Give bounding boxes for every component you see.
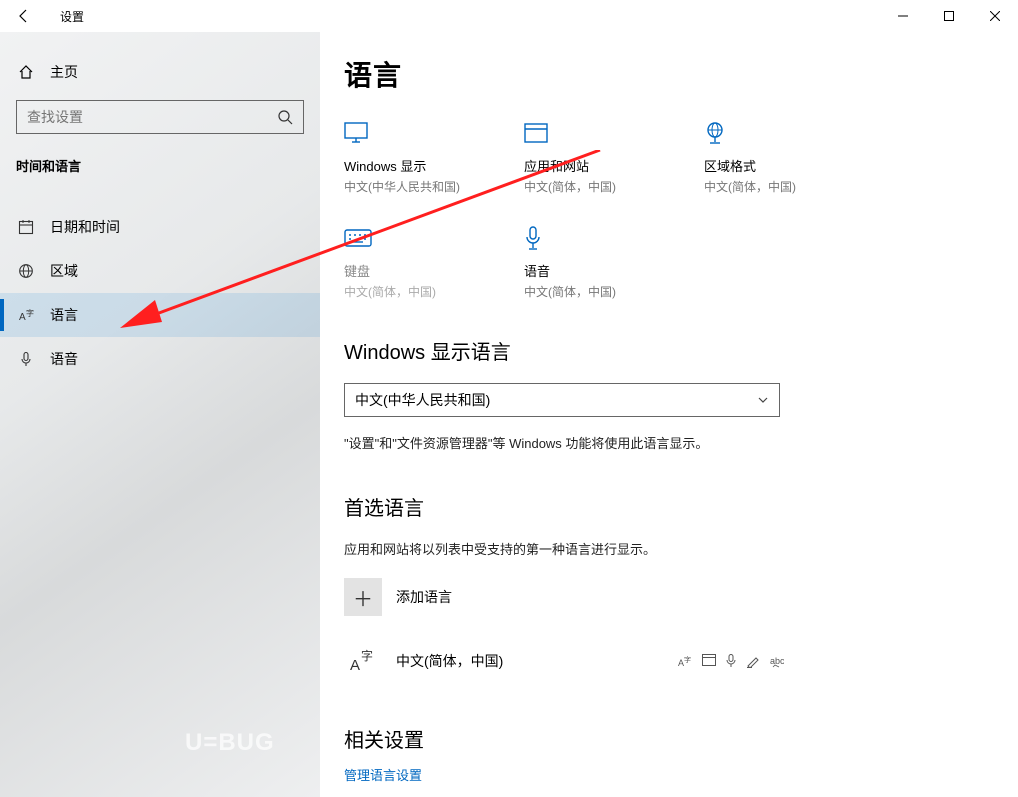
close-icon <box>990 11 1000 21</box>
dropdown-value: 中文(中华人民共和国) <box>355 390 490 410</box>
calendar-icon <box>16 219 36 235</box>
tile-label: 区域格式 <box>704 156 834 175</box>
microphone-icon <box>16 351 36 367</box>
tile-label: 语音 <box>524 261 654 280</box>
svg-text:字: 字 <box>684 655 691 664</box>
language-feature-badges: A字 abc <box>678 654 784 668</box>
sidebar-item-label: 语音 <box>50 349 78 369</box>
display-language-dropdown[interactable]: 中文(中华人民共和国) <box>344 383 780 417</box>
tile-sub: 中文(简体，中国) <box>524 283 654 300</box>
sidebar-item-language[interactable]: A字 语言 <box>0 293 320 337</box>
preferred-language-note: 应用和网站将以列表中受支持的第一种语言进行显示。 <box>344 539 978 558</box>
minimize-button[interactable] <box>880 0 926 32</box>
sidebar-menu: 日期和时间 区域 A字 语言 语音 <box>0 205 320 381</box>
window-title: 设置 <box>60 8 84 25</box>
svg-text:字: 字 <box>26 308 34 318</box>
tile-sub: 中文(简体，中国) <box>524 178 654 195</box>
installed-language-name: 中文(简体，中国) <box>396 651 503 671</box>
tile-windows-display[interactable]: Windows 显示 中文(中华人民共和国) <box>344 120 474 195</box>
sidebar: 主页 时间和语言 日期和时间 区域 A字 语言 语音 <box>0 32 320 797</box>
svg-text:A: A <box>19 312 26 323</box>
maximize-icon <box>944 11 954 21</box>
tile-label: 应用和网站 <box>524 156 654 175</box>
installed-language-row[interactable]: A字 中文(简体，中国) A字 abc <box>344 638 784 684</box>
language-icon: A字 <box>16 307 36 323</box>
tile-apps-websites[interactable]: 应用和网站 中文(简体，中国) <box>524 120 654 195</box>
apps-badge-icon <box>702 654 716 668</box>
window-icon <box>524 120 654 146</box>
search-box[interactable] <box>16 100 304 134</box>
minimize-icon <box>898 11 908 21</box>
svg-text:A: A <box>350 657 360 674</box>
sidebar-item-speech[interactable]: 语音 <box>0 337 320 381</box>
home-nav[interactable]: 主页 <box>0 52 320 92</box>
main-content: 语言 Windows 显示 中文(中华人民共和国) 应用和网站 中文(简体，中国… <box>320 32 1018 797</box>
display-badge-icon: A字 <box>678 654 692 668</box>
related-settings-heading: 相关设置 <box>344 724 978 753</box>
watermark: U=BUG <box>185 729 275 757</box>
back-button[interactable] <box>8 0 40 32</box>
sidebar-item-label: 日期和时间 <box>50 217 120 237</box>
search-icon <box>277 109 293 125</box>
sidebar-item-label: 区域 <box>50 261 78 281</box>
microphone-icon <box>524 225 654 251</box>
sidebar-item-datetime[interactable]: 日期和时间 <box>0 205 320 249</box>
home-icon <box>16 64 36 80</box>
sidebar-item-label: 语言 <box>50 305 78 325</box>
maximize-button[interactable] <box>926 0 972 32</box>
tile-keyboard[interactable]: 键盘 中文(简体，中国) <box>344 225 474 300</box>
arrow-left-icon <box>16 8 32 24</box>
tile-speech[interactable]: 语音 中文(简体，中国) <box>524 225 654 300</box>
related-settings-link[interactable]: 管理语言设置 <box>344 765 978 784</box>
tile-sub: 中文(简体，中国) <box>344 283 474 300</box>
window-controls <box>880 0 1018 32</box>
home-label: 主页 <box>50 62 78 82</box>
display-language-heading: Windows 显示语言 <box>344 336 978 365</box>
display-icon <box>344 120 474 146</box>
tile-label: 键盘 <box>344 261 474 280</box>
category-heading: 时间和语言 <box>0 134 320 187</box>
tile-sub: 中文(中华人民共和国) <box>344 178 474 195</box>
display-language-note: "设置"和"文件资源管理器"等 Windows 功能将使用此语言显示。 <box>344 433 978 452</box>
svg-text:字: 字 <box>361 648 373 663</box>
add-language-label: 添加语言 <box>396 587 452 607</box>
plus-icon: ＋ <box>344 578 382 616</box>
keyboard-icon <box>344 225 474 251</box>
language-tiles: Windows 显示 中文(中华人民共和国) 应用和网站 中文(简体，中国) 区… <box>344 120 978 300</box>
tile-label: Windows 显示 <box>344 156 474 175</box>
tile-sub: 中文(简体，中国) <box>704 178 834 195</box>
language-glyph-icon: A字 <box>344 642 382 680</box>
preferred-language-heading: 首选语言 <box>344 492 978 521</box>
tile-region-format[interactable]: 区域格式 中文(简体，中国) <box>704 120 834 195</box>
speech-badge-icon <box>726 654 736 668</box>
add-language-button[interactable]: ＋ 添加语言 <box>344 578 978 616</box>
globe-icon <box>16 263 36 279</box>
chevron-down-icon <box>757 394 769 406</box>
sidebar-item-region[interactable]: 区域 <box>0 249 320 293</box>
svg-text:abc: abc <box>770 656 784 666</box>
close-button[interactable] <box>972 0 1018 32</box>
spellcheck-badge-icon: abc <box>770 654 784 668</box>
globe-stand-icon <box>704 120 834 146</box>
handwriting-badge-icon <box>746 654 760 668</box>
page-title: 语言 <box>344 54 978 94</box>
titlebar: 设置 <box>0 0 1018 32</box>
search-input[interactable] <box>27 109 277 125</box>
